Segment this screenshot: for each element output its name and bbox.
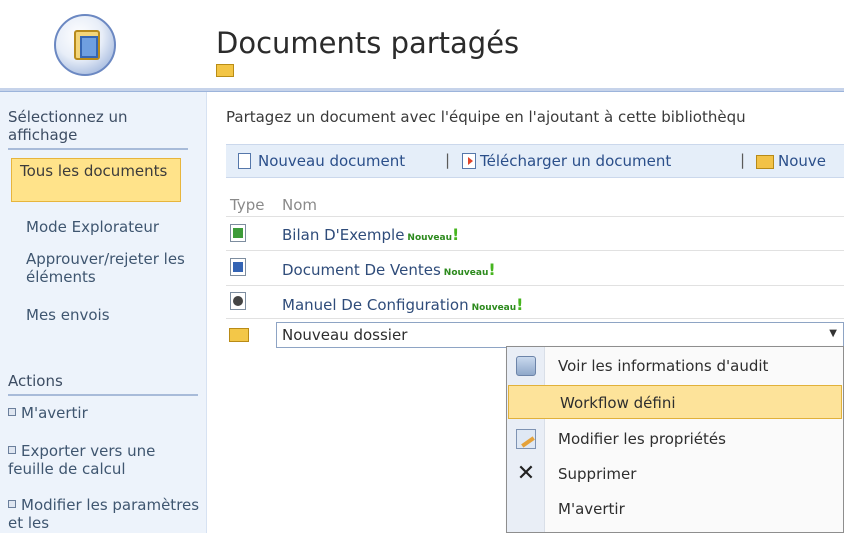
folder-name[interactable]: Nouveau dossier — [282, 326, 407, 344]
menu-item-view-audit[interactable]: Voir les informations d'audit — [507, 349, 843, 383]
column-header-type[interactable]: Type — [230, 196, 264, 214]
bullet-icon — [8, 408, 16, 416]
upload-document-button[interactable]: Télécharger un document — [480, 152, 671, 170]
action-label: Modifier les paramètres et les — [8, 496, 200, 532]
context-menu: Voir les informations d'audit Workflow d… — [506, 346, 844, 533]
menu-item-label: Voir les informations d'audit — [558, 357, 769, 375]
menu-item-edit-properties[interactable]: Modifier les propriétés — [507, 422, 843, 456]
logo-doc-shape-front — [80, 36, 98, 58]
view-selector-heading: Sélectionnez un affichage — [8, 108, 188, 150]
folder-row-selected[interactable]: Nouveau dossier ▼ — [276, 322, 844, 348]
document-row-name-1[interactable]: Bilan D'Exemple Nouveau! — [282, 225, 459, 244]
action-modify-settings[interactable]: Modifier les paramètres et les — [8, 496, 204, 532]
excel-file-icon — [230, 224, 246, 242]
new-document-icon — [238, 153, 251, 169]
view-item-explorer[interactable]: Mode Explorateur — [26, 218, 201, 236]
menu-item-label: Workflow défini — [560, 394, 676, 412]
folder-icon — [229, 328, 249, 342]
document-link[interactable]: Bilan D'Exemple — [282, 226, 404, 244]
menu-item-label: Modifier les propriétés — [558, 430, 726, 448]
document-link[interactable]: Document De Ventes — [282, 261, 441, 279]
document-row-name-3[interactable]: Manuel De Configuration Nouveau! — [282, 295, 523, 314]
upload-document-icon — [462, 153, 476, 169]
word-file-icon — [230, 258, 246, 276]
document-row-name-2[interactable]: Document De Ventes Nouveau! — [282, 260, 496, 279]
chevron-down-icon[interactable]: ▼ — [829, 328, 837, 339]
document-link[interactable]: Manuel De Configuration — [282, 296, 469, 314]
menu-item-label: M'avertir — [558, 500, 625, 518]
menu-item-workflow[interactable]: Workflow défini — [508, 385, 842, 419]
row-divider — [226, 216, 844, 217]
new-badge: Nouveau — [443, 268, 489, 278]
menu-item-label: Supprimer — [558, 465, 637, 483]
bullet-icon — [8, 446, 16, 454]
new-badge: Nouveau — [471, 303, 517, 313]
column-header-name[interactable]: Nom — [282, 196, 317, 214]
actions-heading: Actions — [8, 372, 198, 396]
view-item-my-submissions[interactable]: Mes envois — [26, 306, 201, 324]
edit-properties-icon — [516, 429, 536, 449]
menu-item-delete[interactable]: ✕ Supprimer — [507, 457, 843, 491]
action-label: M'avertir — [21, 404, 88, 422]
action-export-spreadsheet[interactable]: Exporter vers une feuille de calcul — [8, 442, 204, 478]
toolbar-separator: | — [445, 151, 451, 169]
delete-icon: ✕ — [516, 461, 536, 486]
view-item-all-documents[interactable]: Tous les documents — [11, 158, 181, 202]
site-logo-icon[interactable] — [54, 14, 116, 76]
audit-icon — [516, 356, 536, 376]
new-document-button[interactable]: Nouveau document — [258, 152, 405, 170]
page-title: Documents partagés — [216, 26, 520, 60]
action-label: Exporter vers une feuille de calcul — [8, 442, 156, 478]
menu-item-alert-me[interactable]: M'avertir — [507, 492, 843, 526]
new-mark: ! — [516, 295, 524, 314]
library-toolbar: Nouveau document | Télécharger un docume… — [226, 144, 844, 178]
row-divider — [226, 250, 844, 251]
action-alert-me[interactable]: M'avertir — [8, 404, 204, 422]
view-item-approve-reject[interactable]: Approuver/rejeter les éléments — [26, 250, 201, 286]
new-folder-button[interactable]: Nouve — [778, 152, 826, 170]
new-mark: ! — [452, 225, 460, 244]
left-navigation: Sélectionnez un affichage Tous les docum… — [0, 92, 207, 533]
new-mark: ! — [488, 260, 496, 279]
toolbar-separator: | — [740, 151, 746, 169]
folder-icon — [216, 64, 234, 77]
site-header: Documents partagés — [0, 0, 844, 88]
row-divider — [226, 285, 844, 286]
library-description: Partagez un document avec l'équipe en l'… — [226, 108, 746, 126]
row-divider — [226, 318, 844, 319]
new-folder-icon — [756, 155, 774, 169]
generic-file-icon — [230, 292, 246, 310]
new-badge: Nouveau — [407, 233, 452, 243]
bullet-icon — [8, 500, 16, 508]
